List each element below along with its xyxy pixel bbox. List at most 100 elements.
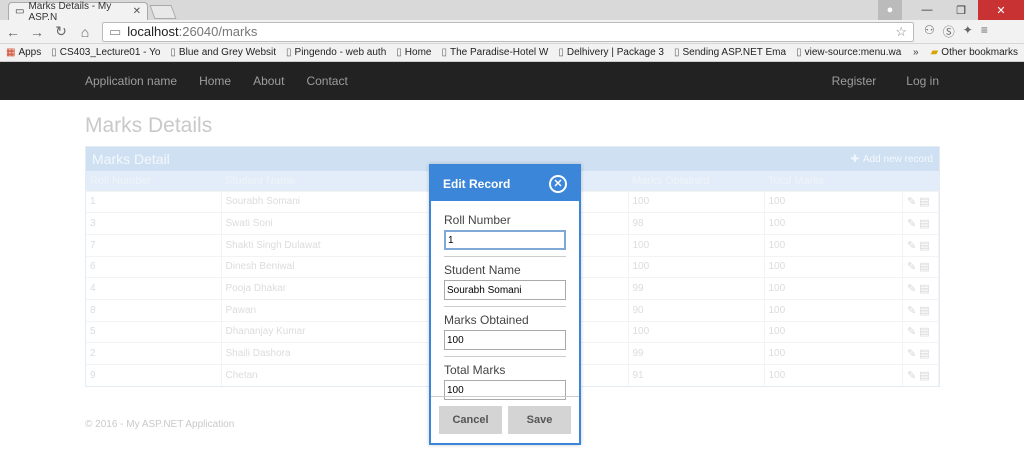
edit-icon[interactable]: ✎ bbox=[907, 240, 916, 252]
bookmarks-overflow-button[interactable]: » bbox=[913, 47, 919, 58]
bookmark-item[interactable]: ▯ The Paradise-Hotel W bbox=[441, 47, 548, 58]
close-icon[interactable]: ✕ bbox=[549, 174, 567, 193]
delete-icon[interactable]: ▤ bbox=[916, 370, 929, 382]
url-input[interactable]: ▭ localhost:26040/marks ☆ bbox=[102, 21, 914, 42]
delete-icon[interactable]: ▤ bbox=[916, 261, 929, 273]
column-header: Roll Number bbox=[90, 174, 152, 187]
extension-icon[interactable]: ⚇ bbox=[924, 23, 935, 40]
column-header: Marks Obtained bbox=[632, 174, 710, 187]
edit-icon[interactable]: ✎ bbox=[907, 218, 916, 230]
home-icon[interactable]: ⌂ bbox=[78, 24, 92, 40]
delete-icon[interactable]: ▤ bbox=[916, 240, 929, 252]
bookmark-item[interactable]: ▯ view-source:menu.wa bbox=[796, 47, 901, 58]
total-marks-cell: 100 bbox=[764, 342, 903, 365]
bookmark-item[interactable]: ▯ Delhivery | Package 3 bbox=[558, 47, 664, 58]
delete-icon[interactable]: ▤ bbox=[916, 305, 929, 317]
save-button[interactable]: Save bbox=[508, 406, 571, 434]
total-marks-cell: 100 bbox=[764, 212, 903, 235]
menu-icon[interactable]: ≡ bbox=[981, 23, 988, 40]
apps-icon: ▦ bbox=[6, 47, 16, 58]
panel-title: Marks Detail bbox=[92, 151, 170, 167]
roll-number-cell: 8 bbox=[86, 298, 222, 322]
bookmark-item[interactable]: ▯ Sending ASP.NET Ema bbox=[674, 47, 786, 58]
bookmark-star-icon[interactable]: ☆ bbox=[895, 24, 907, 40]
total-marks-cell: 100 bbox=[764, 190, 903, 213]
add-record-label: Add new record bbox=[862, 153, 933, 165]
forward-icon[interactable]: → bbox=[30, 24, 44, 40]
back-icon[interactable]: ← bbox=[6, 24, 20, 40]
row-actions: ✎ ▤ bbox=[902, 364, 939, 387]
bookmark-item[interactable]: ▯ Home bbox=[396, 47, 431, 58]
edit-icon[interactable]: ✎ bbox=[907, 305, 916, 317]
window-close-icon[interactable]: ✕ bbox=[978, 0, 1024, 20]
skype-icon[interactable]: Ⓢ bbox=[943, 23, 955, 40]
modal-title: Edit Record bbox=[443, 176, 511, 191]
user-icon[interactable]: ● bbox=[878, 0, 902, 20]
column-header: Total Marks bbox=[768, 174, 825, 187]
new-tab-button[interactable] bbox=[149, 5, 177, 19]
delete-icon[interactable]: ▤ bbox=[916, 218, 929, 230]
marks-obtained-input[interactable] bbox=[444, 330, 566, 350]
roll-number-cell: 5 bbox=[86, 320, 222, 343]
edit-icon[interactable]: ✎ bbox=[907, 196, 916, 208]
bookmark-apps[interactable]: ▦ Apps bbox=[6, 47, 41, 58]
other-bookmarks[interactable]: ▰ Other bookmarks bbox=[931, 47, 1018, 58]
extension-icon[interactable]: ✦ bbox=[963, 23, 973, 40]
row-actions: ✎ ▤ bbox=[902, 255, 939, 278]
total-marks-cell: 100 bbox=[764, 277, 903, 300]
row-actions: ✎ ▤ bbox=[902, 212, 939, 235]
total-marks-label: Total Marks bbox=[444, 363, 506, 377]
modal-header: Edit Record ✕ bbox=[431, 166, 579, 201]
bookmark-label: CS403_Lecture01 - Yo bbox=[59, 47, 161, 58]
edit-icon[interactable]: ✎ bbox=[907, 348, 916, 360]
cancel-button[interactable]: Cancel bbox=[439, 406, 502, 434]
minimize-icon[interactable]: — bbox=[910, 0, 944, 20]
roll-number-input[interactable] bbox=[444, 230, 566, 250]
address-bar-row: ← → ↻ ⌂ ▭ localhost:26040/marks ☆ ⚇ Ⓢ ✦ … bbox=[0, 20, 1024, 44]
page-icon: ▯ bbox=[558, 47, 564, 58]
edit-icon[interactable]: ✎ bbox=[907, 370, 916, 382]
edit-icon[interactable]: ✎ bbox=[907, 261, 916, 273]
delete-icon[interactable]: ▤ bbox=[916, 283, 929, 295]
total-marks-cell: 100 bbox=[764, 255, 903, 278]
nav-about[interactable]: About bbox=[253, 74, 284, 88]
roll-number-cell: 4 bbox=[86, 277, 222, 300]
bookmark-item[interactable]: ▯ Blue and Grey Websit bbox=[170, 47, 276, 58]
divider bbox=[444, 306, 566, 307]
edit-icon[interactable]: ✎ bbox=[907, 283, 916, 295]
roll-number-cell: 6 bbox=[86, 255, 222, 278]
bookmark-label: Delhivery | Package 3 bbox=[566, 47, 664, 58]
browser-tab[interactable]: ▭ Marks Details - My ASP.N ✕ bbox=[8, 1, 148, 23]
delete-icon[interactable]: ▤ bbox=[916, 348, 929, 360]
bookmark-item[interactable]: ▯ CS403_Lecture01 - Yo bbox=[51, 47, 160, 58]
restore-icon[interactable]: ❐ bbox=[944, 0, 978, 20]
delete-icon[interactable]: ▤ bbox=[916, 326, 929, 338]
marks-obtained-label: Marks Obtained bbox=[444, 313, 529, 327]
url-host: localhost bbox=[127, 24, 179, 39]
bookmark-label: Sending ASP.NET Ema bbox=[682, 47, 787, 58]
marks-obtained-cell: 100 bbox=[628, 233, 765, 257]
marks-obtained-cell: 100 bbox=[628, 255, 765, 278]
student-name-input[interactable] bbox=[444, 280, 566, 300]
page-icon: ▯ bbox=[441, 47, 447, 58]
brand-link[interactable]: Application name bbox=[85, 74, 177, 88]
nav-home[interactable]: Home bbox=[199, 74, 231, 88]
nav-contact[interactable]: Contact bbox=[306, 74, 347, 88]
bookmark-label: Blue and Grey Websit bbox=[178, 47, 277, 58]
bookmark-item[interactable]: ▯ Pingendo - web auth bbox=[286, 47, 386, 58]
nav-login[interactable]: Log in bbox=[906, 74, 939, 88]
bookmark-label: Other bookmarks bbox=[941, 47, 1018, 58]
edit-icon[interactable]: ✎ bbox=[907, 326, 916, 338]
bookmark-label: Home bbox=[404, 47, 432, 58]
nav-register[interactable]: Register bbox=[832, 74, 877, 88]
reload-icon[interactable]: ↻ bbox=[54, 23, 68, 40]
tab-close-icon[interactable]: ✕ bbox=[133, 6, 141, 17]
total-marks-cell: 100 bbox=[764, 233, 903, 257]
bookmark-label: view-source:menu.wa bbox=[804, 47, 902, 58]
bookmark-label: Apps bbox=[18, 47, 42, 58]
column-header-actions bbox=[903, 171, 939, 191]
delete-icon[interactable]: ▤ bbox=[916, 196, 929, 208]
add-record-link[interactable]: ✚ Add new record bbox=[851, 154, 933, 165]
roll-number-label: Roll Number bbox=[444, 213, 511, 227]
page-title: Marks Details bbox=[85, 114, 213, 137]
